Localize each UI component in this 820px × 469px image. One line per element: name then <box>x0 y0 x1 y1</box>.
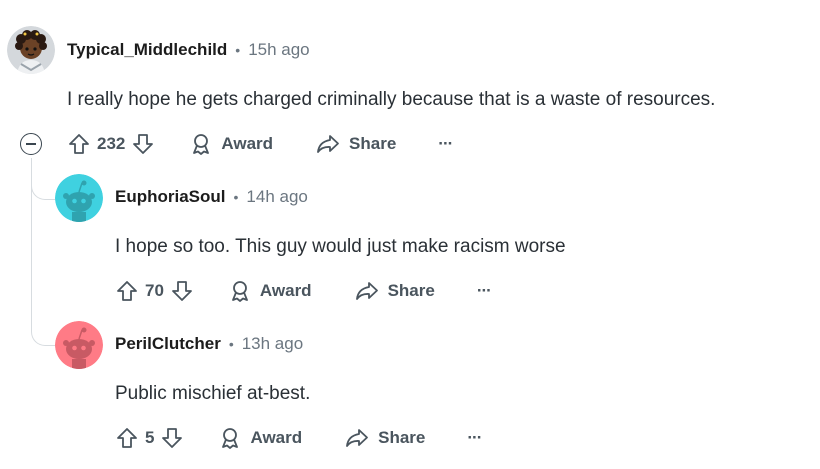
downvote-arrow-icon <box>172 281 192 301</box>
upvote-arrow-icon <box>69 134 89 154</box>
comment-body: Public mischief at-best. <box>115 383 311 404</box>
award-label: Award <box>221 134 274 153</box>
comment-actions: 5 Award Share ··· <box>115 424 482 452</box>
share-button[interactable]: Share <box>344 426 425 450</box>
vote-count: 70 <box>145 281 164 300</box>
more-options-button[interactable]: ··· <box>477 281 492 301</box>
snoo-avatar-icon <box>55 174 103 222</box>
award-button[interactable]: Award <box>218 426 302 450</box>
timestamp[interactable]: 13h ago <box>242 334 303 354</box>
upvote-button[interactable] <box>115 426 139 450</box>
timestamp[interactable]: 15h ago <box>248 40 309 60</box>
collapse-thread-button[interactable] <box>20 133 42 155</box>
separator-dot: • <box>233 189 239 205</box>
comment-body: I hope so too. This guy would just make … <box>115 236 566 257</box>
comment-meta: Typical_Middlechild • 15h ago <box>67 40 310 60</box>
author-name[interactable]: EuphoriaSoul <box>115 187 226 207</box>
upvote-button[interactable] <box>67 132 91 156</box>
thread-connector-2 <box>31 316 55 346</box>
vote-count: 5 <box>145 428 155 447</box>
share-icon <box>355 282 378 300</box>
downvote-button[interactable] <box>170 279 194 303</box>
avatar[interactable] <box>7 26 55 74</box>
award-button[interactable]: Award <box>189 132 273 156</box>
vote-count: 232 <box>97 134 126 153</box>
separator-dot: • <box>235 42 241 58</box>
comment-meta: EuphoriaSoul • 14h ago <box>115 187 308 207</box>
upvote-arrow-icon <box>117 281 137 301</box>
avatar[interactable] <box>55 174 103 222</box>
separator-dot: • <box>228 336 234 352</box>
downvote-arrow-icon <box>162 428 183 448</box>
timestamp[interactable]: 14h ago <box>246 187 307 207</box>
upvote-button[interactable] <box>115 279 139 303</box>
avatar[interactable] <box>55 321 103 369</box>
award-icon <box>193 134 210 155</box>
more-options-button[interactable]: ··· <box>467 428 482 448</box>
thread-connector-1 <box>31 170 55 200</box>
comment-actions: 232 Award Share ··· <box>67 130 453 158</box>
award-label: Award <box>259 281 312 300</box>
author-name[interactable]: Typical_Middlechild <box>67 40 227 60</box>
share-label: Share <box>387 281 435 300</box>
award-label: Award <box>250 428 303 447</box>
award-icon <box>222 428 239 449</box>
share-icon <box>317 135 339 153</box>
upvote-arrow-icon <box>117 428 137 448</box>
comment-body: I really hope he gets charged criminally… <box>67 89 716 110</box>
share-button[interactable]: Share <box>315 132 396 156</box>
downvote-arrow-icon <box>133 134 154 154</box>
award-icon <box>232 281 248 302</box>
award-button[interactable]: Award <box>228 279 312 303</box>
share-label: Share <box>378 428 426 447</box>
share-icon <box>346 429 369 447</box>
share-button[interactable]: Share <box>354 279 435 303</box>
downvote-button[interactable] <box>131 132 155 156</box>
comment-meta: PerilClutcher • 13h ago <box>115 334 303 354</box>
more-options-button[interactable]: ··· <box>438 134 453 154</box>
user-avatar-icon <box>7 26 55 74</box>
downvote-button[interactable] <box>160 426 184 450</box>
snoo-avatar-icon <box>55 321 103 369</box>
comment-actions: 70 Award Share ··· <box>115 277 492 305</box>
share-label: Share <box>349 134 397 153</box>
author-name[interactable]: PerilClutcher <box>115 334 221 354</box>
